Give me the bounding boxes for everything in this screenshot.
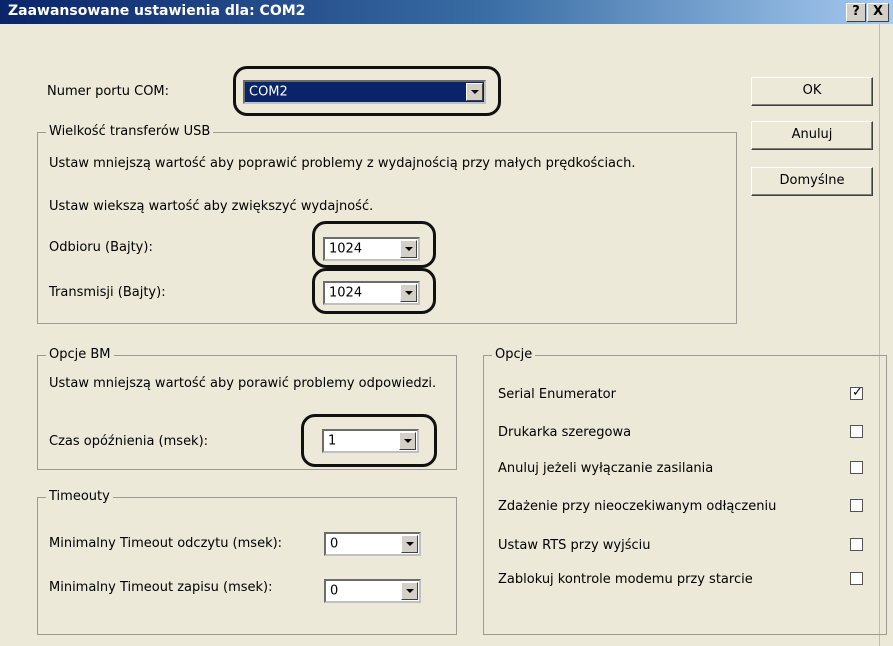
highlight-receive: [312, 221, 436, 268]
ok-button[interactable]: OK: [751, 77, 873, 106]
option-serial-enumerator-checkbox[interactable]: ✓: [850, 385, 863, 400]
option-surprise-removal-label: Zdażenie przy nieoczekiwanym odłączeniu: [498, 499, 777, 514]
chevron-down-icon[interactable]: [401, 582, 418, 600]
timeouts-legend: Timeouty: [46, 489, 113, 504]
close-button[interactable]: X: [867, 3, 889, 22]
write-timeout-value: 0: [330, 583, 339, 599]
option-cancel-power-off-checkbox[interactable]: [850, 461, 863, 474]
window-title: Zaawansowane ustawienia dla: COM2: [8, 3, 306, 19]
cancel-button[interactable]: Anuluj: [751, 121, 873, 150]
highlight-com-port: [233, 66, 501, 116]
highlight-transmit: [312, 268, 436, 314]
write-timeout-select[interactable]: 0: [324, 579, 421, 603]
highlight-latency: [301, 414, 437, 467]
title-bar[interactable]: Zaawansowane ustawienia dla: COM2 ? X: [0, 0, 893, 24]
receive-label: Odbioru (Bajty):: [49, 240, 153, 255]
help-button[interactable]: ?: [846, 3, 866, 22]
option-surprise-removal-checkbox[interactable]: [850, 499, 863, 512]
read-timeout-label: Minimalny Timeout odczytu (msek):: [49, 536, 283, 551]
option-disable-modem-ctrl-checkbox[interactable]: [850, 572, 863, 585]
read-timeout-select[interactable]: 0: [324, 532, 421, 556]
options-legend: Opcje: [492, 347, 536, 362]
com-port-label: Numer portu COM:: [47, 84, 170, 99]
write-timeout-label: Minimalny Timeout zapisu (msek):: [49, 580, 273, 595]
latency-label: Czas opóźnienia (msek):: [49, 434, 209, 449]
timeouts-group: Timeouty: [37, 489, 457, 635]
option-serial-enumerator-label: Serial Enumerator: [498, 387, 616, 402]
option-serial-printer-checkbox[interactable]: [850, 425, 863, 438]
bm-options-legend: Opcje BM: [46, 347, 114, 362]
option-set-rts-checkbox[interactable]: [850, 538, 863, 551]
read-timeout-value: 0: [330, 536, 339, 552]
bm-desc: Ustaw mniejszą wartość aby porawić probl…: [49, 376, 437, 391]
usb-transfer-legend: Wielkość transferów USB: [46, 124, 214, 139]
usb-desc-large: Ustaw wiekszą wartość aby zwiększyć wyda…: [49, 199, 374, 214]
option-disable-modem-ctrl-label: Zablokuj kontrole modemu przy starcie: [498, 572, 753, 587]
defaults-button[interactable]: Domyślne: [751, 167, 873, 196]
transmit-label: Transmisji (Bajty):: [49, 285, 166, 300]
option-cancel-power-off-label: Anuluj jeżeli wyłączanie zasilania: [498, 461, 714, 476]
chevron-down-icon[interactable]: [401, 535, 418, 553]
checkmark-icon: ✓: [852, 385, 863, 400]
option-serial-printer-label: Drukarka szeregowa: [498, 425, 632, 440]
option-set-rts-label: Ustaw RTS przy wyjściu: [498, 538, 651, 553]
usb-desc-small: Ustaw mniejszą wartość aby poprawić prob…: [49, 156, 636, 171]
